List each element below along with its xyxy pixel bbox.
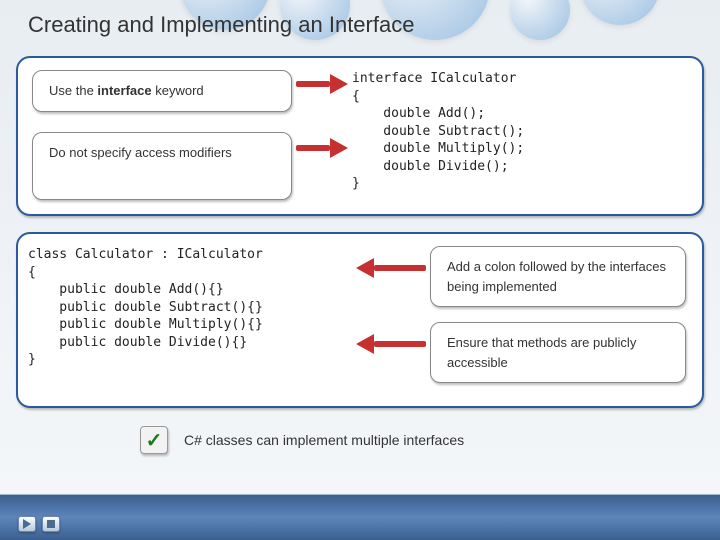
code-interface: interface ICalculator { double Add(); do… bbox=[352, 70, 524, 193]
note-use-keyword: Use the interface keyword bbox=[32, 70, 292, 112]
note-ensure-public: Ensure that methods are publicly accessi… bbox=[430, 322, 686, 383]
play-button[interactable] bbox=[18, 516, 36, 532]
text: keyword bbox=[152, 83, 204, 98]
stop-button[interactable] bbox=[42, 516, 60, 532]
check-icon: ✓ bbox=[140, 426, 168, 454]
code-class: class Calculator : ICalculator { public … bbox=[28, 246, 263, 369]
keyword-bold: interface bbox=[97, 83, 151, 98]
footer-note-text: C# classes can implement multiple interf… bbox=[184, 432, 464, 448]
footer-bar bbox=[0, 494, 720, 540]
note-no-modifiers: Do not specify access modifiers bbox=[32, 132, 292, 200]
slide-title: Creating and Implementing an Interface bbox=[28, 12, 414, 38]
footer-note-row: ✓ C# classes can implement multiple inte… bbox=[140, 426, 680, 454]
text: Use the bbox=[49, 83, 97, 98]
note-add-colon: Add a colon followed by the interfaces b… bbox=[430, 246, 686, 307]
